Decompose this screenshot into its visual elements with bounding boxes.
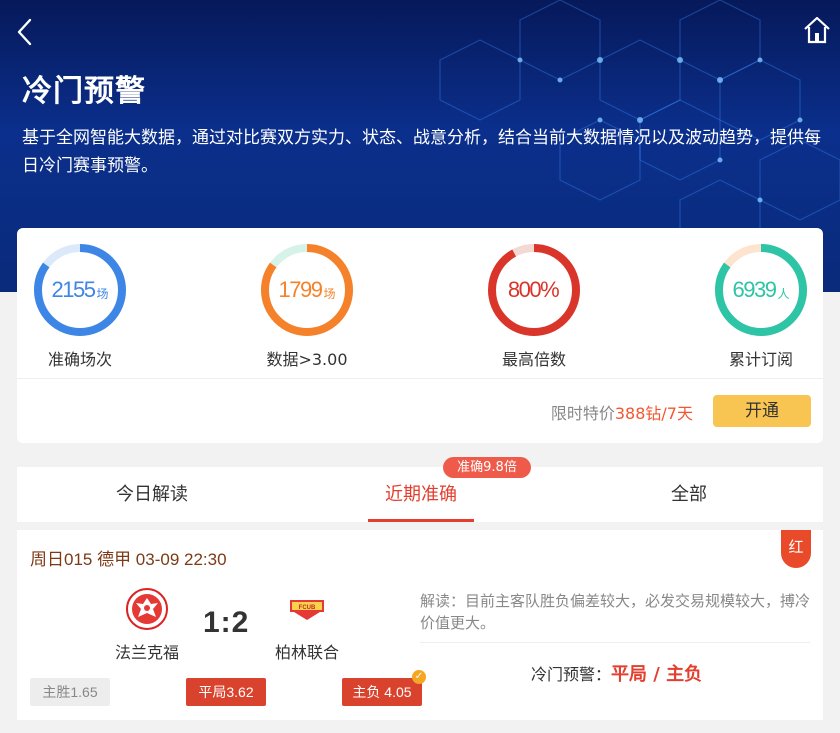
tab-today[interactable]: 今日解读: [52, 467, 252, 522]
active-tab-indicator: [368, 519, 474, 522]
verdict-label: 冷门预警：: [531, 665, 612, 684]
progress-ring: 1799 场: [259, 242, 355, 338]
stat-accurate-count: 2155 场 准确场次: [10, 242, 150, 370]
stat-max-multiple: 800% 最高倍数: [464, 242, 604, 370]
stats-card: 2155 场 准确场次 1799 场 数据>3.00 800% 最高倍数 693…: [17, 228, 823, 443]
odds-draw[interactable]: 平局3.62: [186, 678, 266, 706]
stat-label: 累计订阅: [728, 350, 793, 369]
open-button[interactable]: 开通: [713, 395, 811, 427]
tab-bar: 今日解读 近期准确 全部: [17, 467, 823, 522]
match-analysis: 解读：目前主客队胜负偏差较大，必发交易规模较大，搏冷价值更大。: [420, 592, 811, 632]
stat-value: 6939: [732, 277, 777, 302]
tab-all[interactable]: 全部: [589, 467, 789, 522]
odds-home-win[interactable]: 主胜1.65: [30, 678, 110, 706]
stat-unit: 人: [777, 286, 790, 301]
progress-ring: 2155 场: [32, 242, 128, 338]
match-card[interactable]: 周日015 德甲 03-09 22:30 红 法兰克福 1:2 FCUB 柏林联…: [17, 530, 823, 720]
stat-label: 数据>3.00: [266, 350, 348, 369]
price-text: 限时特价388钻/7天: [551, 400, 693, 424]
page-title: 冷门预警: [22, 74, 146, 109]
union-logo-icon: FCUB: [290, 600, 324, 620]
price-amount: 388钻/7天: [614, 404, 693, 423]
page-description: 基于全网智能大数据，通过对比赛双方实力、状态、战意分析，结合当前大数据情况以及波…: [22, 128, 821, 176]
divider: [17, 378, 823, 379]
price-prefix: 限时特价: [550, 404, 615, 423]
home-team: 法兰克福: [102, 588, 192, 663]
match-header: 周日015 德甲 03-09 22:30: [30, 550, 227, 569]
home-icon[interactable]: [802, 14, 832, 46]
stat-subscribers: 6939 人 累计订阅: [691, 242, 831, 370]
match-score: 1:2: [203, 606, 250, 639]
check-icon: ✓: [412, 670, 426, 684]
stat-unit: 场: [323, 286, 336, 301]
stat-unit: 场: [96, 286, 109, 301]
home-team-name: 法兰克福: [114, 643, 179, 662]
stat-label: 准确场次: [47, 350, 112, 369]
divider: [420, 642, 810, 643]
stat-data-count: 1799 场 数据>3.00: [237, 242, 377, 370]
svg-text:FCUB: FCUB: [299, 605, 316, 611]
upset-warning: 冷门预警：平局 / 主负: [531, 660, 702, 686]
result-tag: 红: [781, 530, 811, 568]
away-team: FCUB 柏林联合: [262, 588, 352, 663]
away-team-name: 柏林联合: [274, 643, 339, 662]
back-icon[interactable]: [12, 14, 42, 50]
odds-home-lose[interactable]: 主负 4.05: [342, 678, 422, 706]
accuracy-badge: 准确9.8倍: [443, 457, 531, 478]
stat-value: 1799: [278, 277, 323, 302]
stat-value: 800%: [507, 277, 560, 302]
eagle-logo-icon: [126, 588, 168, 630]
stat-label: 最高倍数: [501, 350, 566, 369]
verdict-value: 平局 / 主负: [611, 664, 703, 685]
progress-ring: 6939 人: [713, 242, 809, 338]
stat-value: 2155: [51, 277, 96, 302]
progress-ring: 800%: [486, 242, 582, 338]
